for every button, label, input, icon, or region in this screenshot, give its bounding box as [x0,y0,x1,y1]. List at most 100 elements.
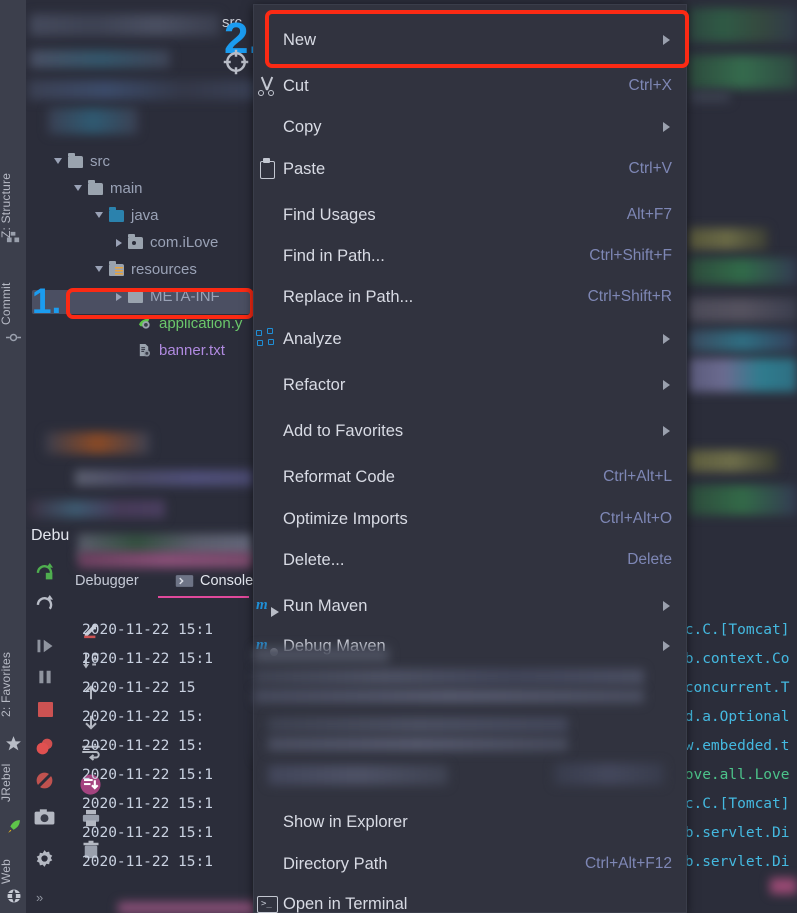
menu-item-refactor[interactable]: Refactor [254,364,688,406]
menu-item-delete[interactable]: Delete... Delete [254,539,688,581]
resume-icon[interactable] [35,636,55,656]
folder-resources-icon [109,260,124,276]
menu-item-directory-path[interactable]: Directory Path Ctrl+Alt+F12 [254,843,688,885]
tree-node-banner-txt[interactable]: banner.txt [26,337,256,364]
redacted-editor-content [48,108,138,134]
menu-item-label: Find in Path... [283,246,385,265]
menu-item-run-maven[interactable]: m Run Maven [254,585,688,627]
tab-console-underline [158,596,249,598]
console-line: Love.all.Love [676,767,790,783]
redacted-menu-item [254,647,389,663]
menu-item-label: Copy [283,117,322,136]
tree-node-main[interactable]: main [26,175,256,202]
console-line: .w.embedded.t [676,738,790,754]
console-line: 2020-11-22 15: [82,709,205,725]
menu-item-label: Replace in Path... [283,287,414,306]
target-icon [223,49,249,75]
menu-item-label: Open in Terminal [283,894,408,913]
scissors-icon [256,75,278,97]
menu-item-label: Add to Favorites [283,421,404,440]
menu-item-label: Find Usages [283,205,376,224]
globe-icon [7,889,21,903]
menu-item-accelerator: Ctrl+Shift+F [589,247,672,264]
tree-node-label: src [90,153,110,170]
structure-icon [6,231,20,243]
chevron-right-icon [663,380,670,390]
chevron-down-icon[interactable] [54,158,62,168]
console-timestamp-column: 2020-11-22 15:1 2020-11-22 15:1 2020-11-… [82,616,213,877]
tree-node-java[interactable]: java [26,202,256,229]
chevron-down-icon[interactable] [95,266,103,276]
menu-item-reformat-code[interactable]: Reformat Code Ctrl+Alt+L [254,456,688,498]
menu-item-replace-in-path[interactable]: Replace in Path... Ctrl+Shift+R [254,276,688,318]
menu-item-copy[interactable]: Copy [254,106,688,148]
annotation-box-new [265,10,689,68]
chevron-right-icon [663,334,670,344]
folder-source-icon [109,206,124,222]
mute-breakpoints-icon[interactable] [34,770,55,791]
breakpoints-icon[interactable] [34,736,55,757]
rerun-icon[interactable] [34,561,55,582]
maven-run-icon: m [256,595,279,617]
redacted-editor-content [688,55,797,89]
menu-item-analyze[interactable]: Analyze [254,318,688,360]
console-line: 2020-11-22 15:1 [82,796,213,812]
tab-debugger-label: Debugger [75,573,139,589]
redacted-menu-item [268,765,448,785]
redacted-editor-content [688,258,797,284]
annotation-box-resources [66,288,254,319]
menu-item-label: Reformat Code [283,467,395,486]
tree-node-resources[interactable]: resources [26,256,256,283]
tree-node-com-ilove[interactable]: com.iLove [26,229,256,256]
tree-node-label: banner.txt [159,342,225,359]
menu-item-accelerator: Ctrl+Alt+O [599,510,672,527]
menu-item-find-usages[interactable]: Find Usages Alt+F7 [254,194,688,236]
menu-item-find-in-path[interactable]: Find in Path... Ctrl+Shift+F [254,235,688,277]
console-line: .concurrent.T [676,680,790,696]
rocket-icon [8,820,20,833]
commit-icon [6,333,21,342]
chevron-right-icon [663,601,670,611]
redacted-editor-content [688,450,778,472]
menu-item-accelerator: Ctrl+Alt+F12 [584,855,672,872]
chevron-right-icon [663,641,670,651]
menu-item-optimize-imports[interactable]: Optimize Imports Ctrl+Alt+O [254,498,688,540]
pause-icon[interactable] [35,667,55,687]
folder-icon [88,179,103,195]
menu-item-label: Refactor [283,375,346,394]
tree-node-src[interactable]: src [26,148,256,175]
redacted-editor-content [688,330,797,352]
menu-item-cut[interactable]: Cut Ctrl+X [254,65,688,107]
console-line: eb.context.Co [676,651,790,667]
stop-icon[interactable] [38,702,53,717]
console-message-column: .c.C.[Tomcat] eb.context.Co .concurrent.… [676,616,790,877]
folder-icon [68,152,83,168]
chevron-down-icon[interactable] [95,212,103,222]
clipboard-icon [256,158,278,180]
menu-item-add-to-favorites[interactable]: Add to Favorites [254,410,688,452]
redacted-console-content [118,902,258,913]
tab-console[interactable]: Console [175,573,253,589]
settings-icon[interactable] [34,848,55,869]
menu-item-paste[interactable]: Paste Ctrl+V [254,148,688,190]
terminal-icon: >_ [256,893,278,913]
debug-window-title: Debu [31,527,70,544]
tab-debugger[interactable]: Debugger [75,573,139,589]
chevron-down-icon[interactable] [74,185,82,195]
console-line: .d.a.Optional [676,709,790,725]
sidebar-item-jrebel[interactable]: JRebel [0,750,27,816]
redacted-menu-item [554,763,664,785]
redacted-editor-content [45,432,150,454]
sidebar-item-favorites[interactable]: 2: Favorites [0,636,27,732]
camera-icon[interactable] [34,808,55,827]
restart-icon[interactable] [34,593,55,614]
redacted-editor-content [78,552,253,568]
tab-console-label: Console [200,573,254,589]
menu-item-open-in-terminal[interactable]: >_ Open in Terminal [254,883,688,913]
chevron-right-icon[interactable] [116,238,122,247]
redacted-editor-content [30,14,220,36]
analyze-icon [256,328,278,350]
menu-item-label: Optimize Imports [283,509,408,528]
menu-item-show-in-explorer[interactable]: Show in Explorer [254,801,688,843]
more-icon[interactable]: » [36,890,43,905]
